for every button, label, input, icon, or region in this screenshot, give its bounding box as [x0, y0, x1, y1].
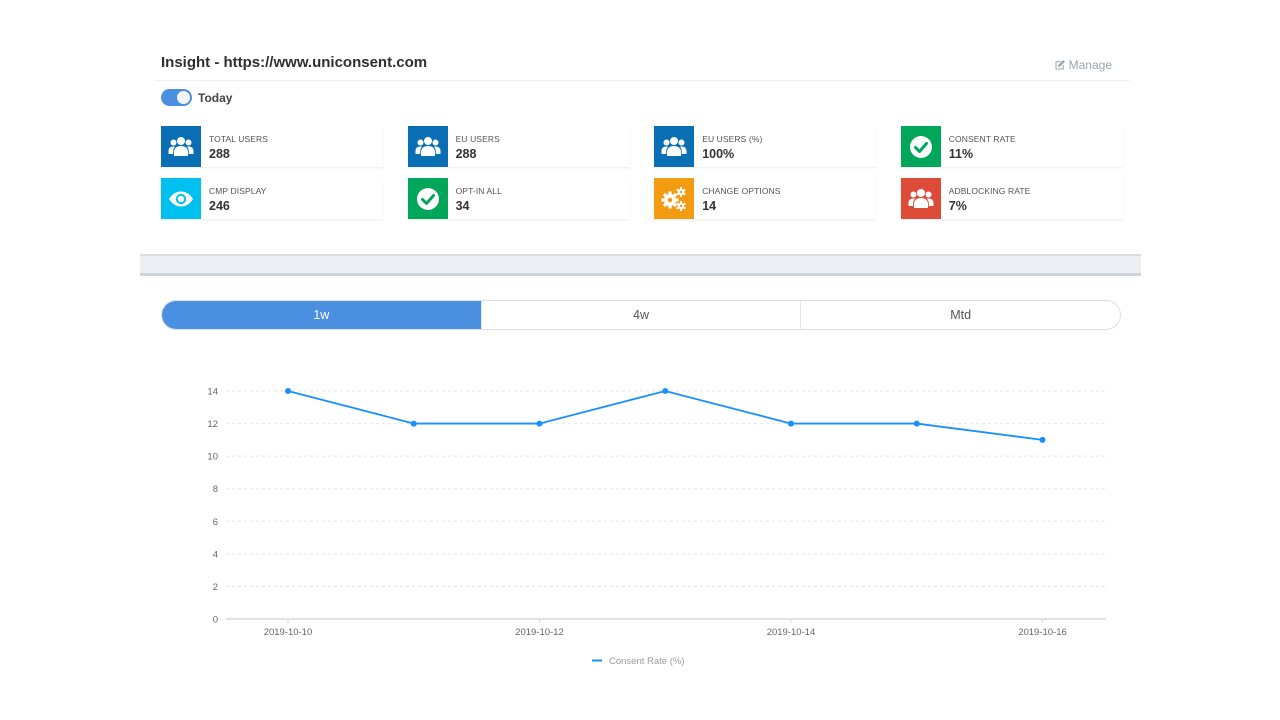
tab-mtd[interactable]: Mtd	[800, 301, 1120, 329]
section-divider	[140, 254, 1141, 276]
stat-value: 288	[455, 147, 477, 161]
x-tick-label: 2019-10-14	[767, 627, 816, 638]
data-point	[410, 420, 417, 427]
stat-value: 100%	[702, 147, 735, 161]
x-tick-label: 2019-10-16	[1018, 627, 1067, 638]
data-point	[285, 388, 291, 394]
y-tick-label: 4	[213, 549, 218, 560]
stat-value: 7%	[948, 199, 967, 213]
stat-label: ADBLOCKING RATE	[948, 186, 1031, 196]
stat-label: CHANGE OPTIONS	[702, 186, 781, 196]
data-point	[913, 420, 920, 427]
today-toggle-row: Today	[161, 89, 232, 106]
stat-value: 14	[702, 199, 717, 213]
data-point	[662, 388, 669, 394]
tab-4w[interactable]: 4w	[480, 301, 801, 329]
stat-card-eu-users: EU USERS (%) 100%	[654, 126, 877, 167]
manage-link[interactable]: Manage	[1054, 58, 1112, 72]
stat-card-adblocking-rate: ADBLOCKING RATE 7%	[900, 178, 1123, 219]
range-tabs: 1w 4w Mtd	[161, 300, 1121, 330]
stat-label: EU USERS	[455, 134, 500, 144]
consent-rate-chart: 0 2 4 6 8 10 12 14 2019-10-10 2019-10-12 2019-10-1…	[207, 387, 1106, 667]
x-tick-label: 2019-10-12	[515, 627, 564, 638]
stat-card-eu-users: EU USERS 288	[407, 126, 630, 167]
stat-card-cmp-display: CMP DISPLAY 246	[161, 178, 383, 219]
series-line	[287, 390, 1043, 441]
y-tick-label: 2	[213, 582, 218, 593]
data-point	[788, 420, 794, 427]
y-tick-label: 6	[213, 517, 218, 528]
y-tick-label: 10	[207, 452, 218, 463]
stat-card-total-users: TOTAL USERS 288	[161, 126, 383, 167]
stat-value: 246	[209, 199, 230, 213]
y-tick-label: 12	[207, 419, 218, 430]
page-title: Insight - https://www.uniconsent.com	[161, 54, 428, 71]
toggle-knob	[177, 91, 190, 104]
gears-icon	[654, 178, 695, 219]
tab-1w[interactable]: 1w	[162, 301, 481, 329]
stats-grid: TOTAL USERS 288 EU USERS 288 EU USERS (%) 100…	[161, 126, 1123, 219]
users-icon	[654, 126, 695, 167]
users-icon	[161, 126, 201, 167]
today-label: Today	[198, 90, 233, 105]
y-tick-label: 0	[213, 615, 218, 626]
stat-label: OPT-IN ALL	[455, 186, 502, 196]
data-point	[1039, 436, 1046, 443]
users-icon	[407, 126, 448, 167]
page-header: Insight - https://www.uniconsent.com Man…	[154, 40, 1130, 81]
data-point	[536, 420, 543, 427]
stat-label: EU USERS (%)	[702, 134, 763, 144]
today-toggle[interactable]	[161, 89, 192, 106]
y-tick-label: 8	[213, 484, 218, 495]
edit-icon	[1055, 60, 1065, 70]
stat-label: CONSENT RATE	[948, 134, 1016, 144]
legend-label: Consent Rate (%)	[609, 656, 685, 667]
x-tick-label: 2019-10-10	[264, 627, 313, 638]
eye-icon	[161, 178, 201, 219]
stat-label: CMP DISPLAY	[209, 186, 267, 196]
stat-value: 11%	[948, 147, 974, 161]
users-icon	[900, 178, 941, 219]
stat-card-consent-rate: CONSENT RATE 11%	[900, 126, 1123, 167]
check-circle-icon	[900, 126, 941, 167]
stat-card-change-options: CHANGE OPTIONS 14	[654, 178, 877, 219]
manage-label: Manage	[1068, 58, 1112, 72]
check-circle-icon	[407, 178, 448, 219]
stat-card-opt-in-all: OPT-IN ALL 34	[407, 178, 630, 219]
y-tick-label: 14	[207, 387, 218, 398]
stat-label: TOTAL USERS	[209, 134, 269, 144]
stat-value: 288	[209, 147, 230, 161]
stat-value: 34	[455, 199, 470, 213]
